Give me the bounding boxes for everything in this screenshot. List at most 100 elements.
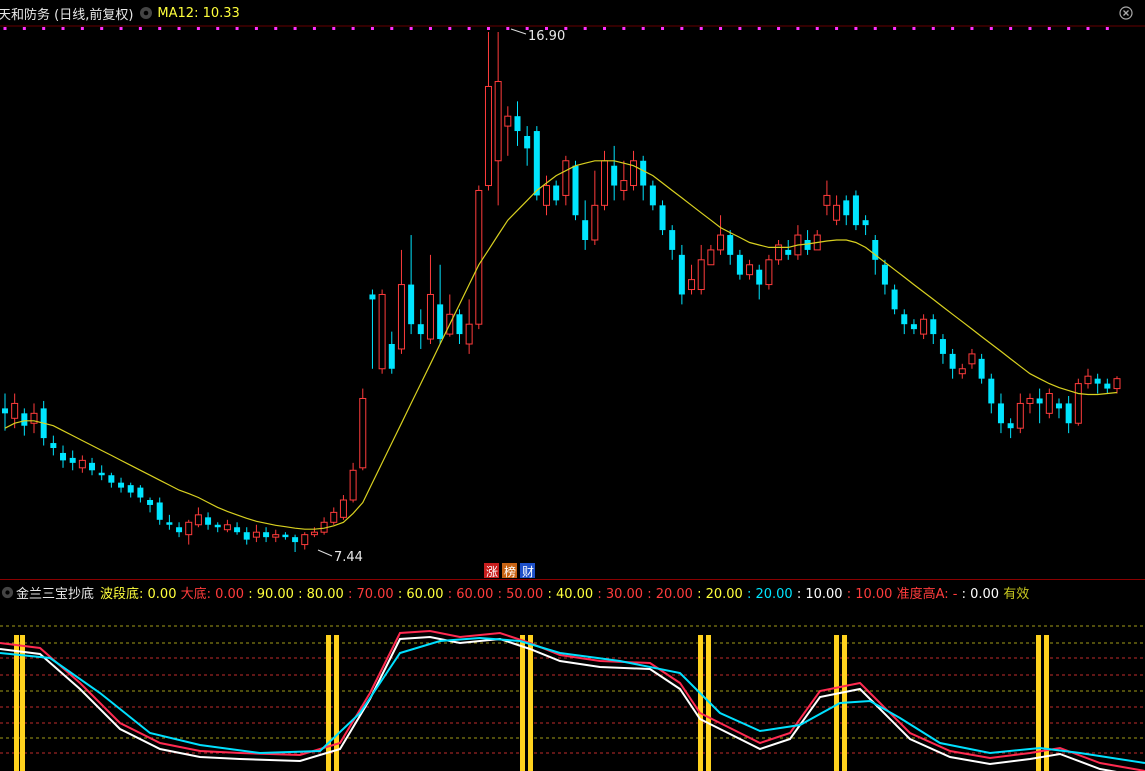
candle	[1084, 368, 1092, 389]
indicator-param: : 90.00	[248, 586, 299, 602]
indicator-header: 金兰三宝抄底 波段底: 0.00 大底: 0.00 : 90.00 : 80.0…	[0, 583, 1145, 601]
candle	[339, 495, 347, 520]
indicator-param: 准度高A: -	[896, 586, 962, 602]
candle	[968, 348, 976, 369]
badge-bang-label: 榜	[504, 564, 516, 579]
candle	[2, 393, 8, 431]
candle	[252, 524, 260, 543]
candle	[185, 519, 193, 545]
candle	[553, 180, 560, 206]
ma12-line	[4, 160, 1118, 530]
candle	[813, 230, 821, 251]
candle	[263, 527, 270, 543]
candle	[98, 465, 105, 481]
candle	[330, 507, 338, 525]
candle	[417, 309, 424, 349]
candle	[60, 445, 67, 468]
indicator-grid	[0, 625, 1145, 754]
candle	[910, 319, 917, 335]
indicator-param: 波段底: 0.00	[100, 586, 181, 602]
candle	[775, 240, 783, 265]
candle	[205, 512, 212, 530]
candle	[997, 393, 1004, 434]
candle	[437, 264, 444, 344]
candle	[1074, 378, 1082, 426]
candle	[272, 529, 280, 543]
candle	[504, 106, 512, 156]
candle	[562, 155, 570, 206]
candle	[804, 230, 811, 255]
indicator-param: 大底: 0.00	[180, 586, 249, 602]
candle	[408, 235, 415, 335]
candle	[118, 477, 125, 493]
candle	[736, 249, 743, 280]
candlestick-chart[interactable]: 16.90 7.44 涨 榜 财	[0, 0, 1145, 580]
candle	[484, 32, 492, 191]
candle	[785, 240, 792, 260]
candle	[69, 450, 76, 471]
signal-bar	[326, 635, 331, 771]
candle	[456, 309, 463, 344]
indicator-panel[interactable]	[0, 603, 1145, 771]
candle	[1026, 393, 1034, 414]
candle	[1065, 396, 1072, 434]
low-annotation: 7.44	[317, 549, 363, 565]
candle	[194, 507, 202, 528]
candle	[659, 200, 666, 236]
candle	[1104, 378, 1111, 394]
indicator-param: : 20.00	[697, 586, 747, 602]
candle	[147, 497, 154, 513]
candle	[1113, 376, 1121, 394]
indicator-param: : 60.00	[397, 586, 448, 602]
candle	[1045, 388, 1053, 419]
candle	[50, 435, 57, 456]
indicator-param: 有效	[1003, 586, 1030, 602]
indicator-name[interactable]: 金兰三宝抄底	[16, 583, 94, 602]
candle	[591, 170, 599, 245]
indicator-param: : 30.00	[597, 586, 648, 602]
candle	[359, 388, 367, 471]
candle	[282, 532, 289, 540]
candle	[214, 522, 221, 533]
candle	[572, 160, 579, 221]
candle	[176, 522, 183, 538]
candle	[465, 299, 473, 354]
candle	[843, 195, 850, 226]
candle	[601, 150, 609, 211]
indicator-param: : 60.00	[447, 586, 498, 602]
badge-zhang-label: 涨	[486, 564, 498, 579]
candle	[1036, 388, 1043, 424]
indicator-param: : 20.00	[746, 586, 797, 602]
candle	[920, 314, 928, 340]
candle	[727, 230, 734, 265]
candle	[292, 534, 299, 552]
signal-bar	[520, 635, 525, 771]
candle	[756, 264, 763, 300]
info-badges[interactable]: 涨 榜 财	[484, 563, 535, 579]
candle	[494, 32, 502, 206]
candle	[901, 309, 908, 335]
candle	[21, 408, 28, 436]
gear-icon[interactable]	[1, 586, 14, 599]
candle	[717, 215, 725, 255]
indicator-param: : 70.00	[347, 586, 398, 602]
candle	[881, 259, 888, 295]
candle	[30, 403, 38, 434]
candle	[108, 472, 115, 488]
candle	[166, 514, 173, 530]
candle	[833, 195, 841, 226]
indicator-param: : 0.00	[961, 586, 1004, 602]
candle	[891, 284, 898, 315]
candle	[649, 180, 656, 211]
indicator-param: : 40.00	[547, 586, 598, 602]
candle	[620, 160, 628, 201]
candle	[823, 180, 831, 216]
candle	[1007, 418, 1014, 439]
candle	[475, 185, 483, 330]
indicator-param: : 20.00	[647, 586, 698, 602]
high-price-label: 16.90	[528, 29, 565, 44]
candle	[524, 126, 531, 166]
candle	[514, 101, 521, 146]
candle	[156, 497, 163, 525]
candle	[388, 331, 395, 374]
